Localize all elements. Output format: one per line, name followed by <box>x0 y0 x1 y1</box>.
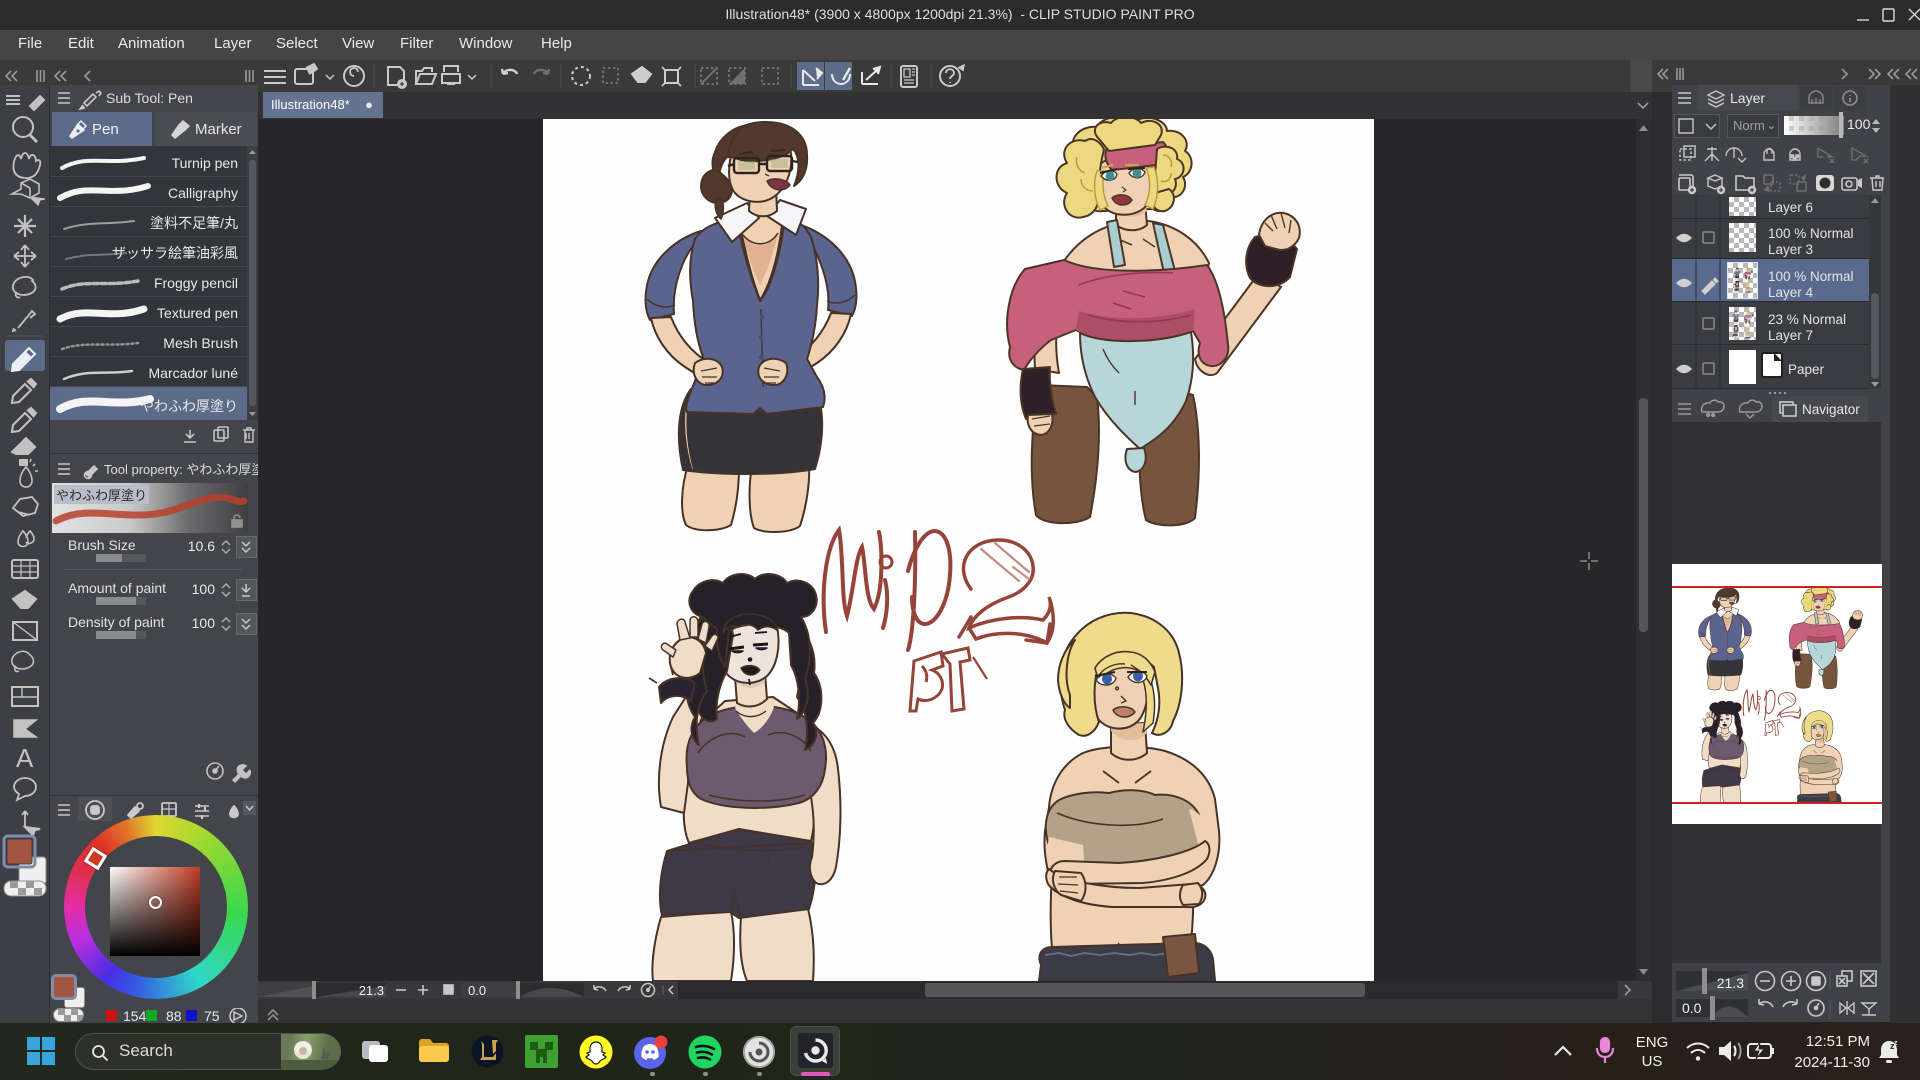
svg-text:Froggy pencil: Froggy pencil <box>154 275 238 291</box>
svg-text:Textured pen: Textured pen <box>157 305 238 321</box>
svg-text:塗料不足筆/丸: 塗料不足筆/丸 <box>150 215 238 231</box>
svg-text:0.0: 0.0 <box>468 983 486 998</box>
svg-text:Turnip pen: Turnip pen <box>172 155 238 171</box>
svg-text:75: 75 <box>204 1008 220 1024</box>
svg-text:Marker: Marker <box>195 121 242 138</box>
svg-text:Calligraphy: Calligraphy <box>168 185 238 201</box>
svg-text:やわふわ厚塗り: やわふわ厚塗り <box>140 398 238 414</box>
svg-text:Paper: Paper <box>1788 362 1825 377</box>
svg-text:Sub Tool: Pen: Sub Tool: Pen <box>106 90 193 106</box>
svg-text:Marcador luné: Marcador luné <box>149 365 239 381</box>
svg-text:A: A <box>16 743 34 773</box>
svg-text:88: 88 <box>166 1008 182 1024</box>
svg-text:Navigator: Navigator <box>1802 402 1860 417</box>
svg-text:Layer 6: Layer 6 <box>1768 200 1813 215</box>
svg-text:Tool property: やわふわ厚塗: Tool property: やわふわ厚塗 <box>104 462 258 477</box>
svg-text:ザッサラ絵筆油彩風: ザッサラ絵筆油彩風 <box>112 245 238 261</box>
svg-text:Layer 7: Layer 7 <box>1768 328 1813 343</box>
svg-text:154: 154 <box>123 1008 147 1024</box>
svg-text:0.0: 0.0 <box>1682 1000 1702 1016</box>
svg-text:23 % Normal: 23 % Normal <box>1768 312 1846 327</box>
svg-text:Layer 4: Layer 4 <box>1768 285 1814 300</box>
svg-text:Mesh Brush: Mesh Brush <box>163 335 238 351</box>
svg-text:Pen: Pen <box>92 121 119 138</box>
svg-text:z: z <box>1894 1040 1898 1047</box>
svg-text:Layer: Layer <box>1730 90 1765 106</box>
svg-text:100 % Normal: 100 % Normal <box>1768 269 1854 284</box>
svg-text:21.3: 21.3 <box>359 983 384 998</box>
svg-text:21.3: 21.3 <box>1717 975 1744 991</box>
svg-text:Layer 3: Layer 3 <box>1768 242 1813 257</box>
svg-text:100 % Normal: 100 % Normal <box>1768 226 1854 241</box>
